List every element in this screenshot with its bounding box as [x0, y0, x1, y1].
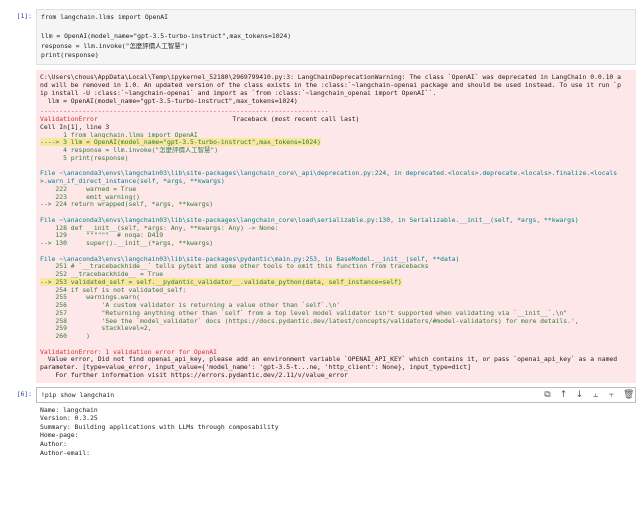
code-line-4: response = llm.invoke("怎麼評價人工智慧") [41, 41, 189, 50]
traceback-heading: ValidationError Traceback (most recent c… [40, 115, 632, 124]
warning-line: nd will be removed in 1.0. An updated ve… [40, 80, 621, 89]
error-link[interactable]: For further information visit https://er… [40, 371, 632, 380]
trace-line: --> 130 super().__init__(*args, **kwargs… [40, 239, 214, 248]
trace-line: 259 stacklevel=2, [40, 324, 152, 333]
code-input[interactable]: from langchain.llms import OpenAI llm = … [36, 9, 636, 65]
code-line-3: llm = OpenAI(model_name="gpt-3.5-turbo-i… [41, 32, 292, 40]
traceback-label: Traceback (most recent call last) [232, 115, 360, 124]
output-line: Author-email: [40, 448, 91, 457]
code-editor[interactable]: from langchain.llms import OpenAI llm = … [37, 10, 635, 64]
notebook-cell-6[interactable]: [6]: !pip show langchain ⧉ ↑ ↓ ⫠ ⫟ 🗑 Nam… [0, 386, 640, 461]
code-input[interactable]: !pip show langchain ⧉ ↑ ↓ ⫠ ⫟ 🗑 [36, 386, 636, 403]
pip-output: Name: langchain Version: 0.3.25 Summary: B… [36, 403, 636, 461]
output-line: Summary: Building applications with LLMs… [40, 422, 279, 431]
insert-above-icon[interactable]: ⫠ [591, 390, 600, 400]
deprecation-warning: C:\Users\chous\AppData\Local\Temp\ipyker… [36, 69, 636, 109]
trace-line: 4 response = llm.invoke("怎麼評價人工智慧") [40, 146, 219, 155]
output-line: Version: 0.3.25 [40, 414, 98, 423]
cell-output: Name: langchain Version: 0.3.25 Summary: B… [36, 403, 636, 461]
move-up-icon[interactable]: ↑ [559, 390, 568, 400]
cell-output: C:\Users\chous\AppData\Local\Temp\ipyker… [36, 69, 636, 383]
highlighted-line: --> 253 validated_self = self.__pydantic… [40, 277, 402, 286]
trace-line: 260 ) [40, 332, 91, 341]
move-down-icon[interactable]: ↓ [575, 390, 584, 400]
notebook-cell-1[interactable]: [1]: from langchain.llms import OpenAI l… [0, 9, 640, 383]
warning-line: llm = OpenAI(model_name="gpt-3.5-turbo-i… [40, 97, 298, 106]
error-name: ValidationError [40, 115, 98, 124]
trace-line: 5 print(response) [40, 153, 129, 162]
duplicate-icon[interactable]: ⧉ [543, 390, 552, 400]
traceback-output: ----------------------------------------… [36, 108, 636, 383]
delete-icon[interactable]: 🗑 [623, 390, 634, 400]
warning-line: ip install -U :class:`~langchain-openai`… [40, 88, 437, 97]
cell-prompt: [6]: [16, 389, 32, 398]
output-line: Author: [40, 439, 67, 448]
trace-line: --> 224 return wrapped(self, *args, **kw… [40, 200, 214, 209]
cell-prompt: [1]: [16, 12, 32, 20]
warning-line: C:\Users\chous\AppData\Local\Temp\ipyker… [40, 72, 621, 81]
code-line-5: print(response) [41, 51, 99, 59]
insert-below-icon[interactable]: ⫟ [607, 390, 616, 400]
code-line: from langchain.llms import OpenAI [41, 13, 168, 21]
output-line: Home-page: [40, 431, 79, 440]
output-line: Name: langchain [40, 405, 98, 414]
cell-toolbar: ⧉ ↑ ↓ ⫠ ⫟ 🗑 [543, 390, 634, 400]
